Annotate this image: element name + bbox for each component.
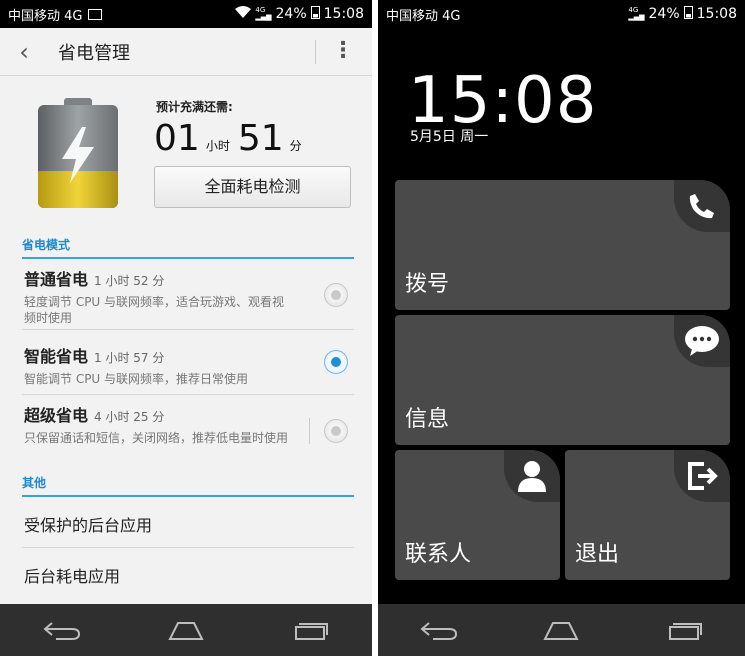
battery-percent: 24% bbox=[275, 6, 307, 22]
appbar-divider bbox=[315, 40, 316, 64]
carrier-label: 中国移动 4G bbox=[386, 8, 461, 24]
lock-date: 5月5日 周一 bbox=[410, 129, 489, 145]
mode-section-header: 省电模式 bbox=[22, 236, 354, 259]
exit-tile-label: 退出 bbox=[575, 542, 620, 567]
image-notification-icon bbox=[88, 8, 103, 20]
nav-home-icon[interactable] bbox=[541, 619, 581, 641]
status-time: 15:08 bbox=[323, 6, 364, 22]
nav-back-icon[interactable] bbox=[419, 619, 459, 641]
status-bar: 中国移动 4G 4G ▂▄▆ 24% 15:08 bbox=[0, 0, 372, 28]
app-bar: ‹ 省电管理 ⋮ bbox=[0, 28, 372, 76]
contact-icon bbox=[518, 461, 546, 492]
back-icon[interactable]: ‹ bbox=[0, 38, 48, 66]
protected-background-apps-item[interactable]: 受保护的后台应用 bbox=[24, 512, 152, 536]
eta-label: 预计充满还需: bbox=[156, 100, 233, 114]
mode-title: 智能省电 1 小时 57 分 bbox=[24, 347, 165, 366]
background-power-apps-item[interactable]: 后台耗电应用 bbox=[24, 563, 120, 587]
mode-title: 超级省电 4 小时 25 分 bbox=[24, 406, 165, 425]
mode-smart-radio[interactable] bbox=[324, 350, 348, 374]
message-tile-label: 信息 bbox=[405, 407, 450, 432]
eta-hours: 01 bbox=[154, 118, 200, 159]
carrier-label: 中国移动 4G bbox=[8, 8, 83, 24]
mode-super-radio[interactable] bbox=[324, 419, 348, 443]
wifi-icon bbox=[235, 6, 252, 22]
navigation-bar bbox=[0, 604, 372, 656]
battery-status-icon bbox=[683, 5, 693, 23]
signal-icon: 4G ▂▄▆ bbox=[255, 6, 272, 21]
phone-icon bbox=[689, 194, 714, 219]
dial-tile-label: 拨号 bbox=[405, 272, 450, 297]
status-time: 15:08 bbox=[696, 6, 737, 22]
status-bar: 中国移动 4G 4G ▂▄▆ 24% 15:08 bbox=[378, 0, 745, 28]
mode-duration: 1 小时 52 分 bbox=[94, 274, 165, 288]
mode-normal-radio[interactable] bbox=[324, 283, 348, 307]
contacts-tile[interactable]: 联系人 bbox=[395, 450, 560, 580]
chat-icon bbox=[685, 326, 719, 356]
full-power-check-button[interactable]: 全面耗电检测 bbox=[154, 166, 351, 208]
eta-hours-unit: 小时 bbox=[205, 139, 230, 153]
nav-back-icon[interactable] bbox=[42, 619, 82, 641]
mode-title: 普通省电 1 小时 52 分 bbox=[24, 270, 165, 289]
mode-super[interactable]: 超级省电 4 小时 25 分 只保留通话和短信，关闭网络，推荐低电量时使用 bbox=[24, 402, 354, 446]
charging-bolt-icon bbox=[62, 127, 94, 183]
message-tile[interactable]: 信息 bbox=[395, 315, 730, 445]
eta-minutes: 51 bbox=[237, 118, 284, 159]
battery-graphic bbox=[38, 98, 118, 208]
signal-icon: 4G ▂▄▆ bbox=[628, 6, 645, 21]
eta-time: 01 小时 51 分 bbox=[154, 118, 310, 159]
nav-recent-icon[interactable] bbox=[290, 619, 330, 641]
mode-description: 轻度调节 CPU 与联网频率，适合玩游戏、观看视频时使用 bbox=[24, 295, 285, 325]
battery-status-icon bbox=[310, 5, 320, 23]
dial-tile[interactable]: 拨号 bbox=[395, 180, 730, 310]
mode-description: 只保留通话和短信，关闭网络，推荐低电量时使用 bbox=[24, 431, 289, 445]
eta-minutes-unit: 分 bbox=[289, 139, 302, 153]
mode-duration: 1 小时 57 分 bbox=[94, 351, 165, 365]
exit-icon bbox=[688, 462, 718, 490]
mode-smart[interactable]: 智能省电 1 小时 57 分 智能调节 CPU 与联网频率，推荐日常使用 bbox=[24, 343, 354, 387]
exit-tile[interactable]: 退出 bbox=[565, 450, 730, 580]
mode-duration: 4 小时 25 分 bbox=[94, 410, 165, 424]
contacts-tile-label: 联系人 bbox=[405, 542, 472, 567]
nav-recent-icon[interactable] bbox=[664, 619, 704, 641]
page-title: 省电管理 bbox=[58, 42, 130, 64]
power-manager-screen: 中国移动 4G 4G▂▄▆ 24% 15:08 ‹ 省电管理 ⋮ 预计充满还需 bbox=[0, 0, 372, 656]
battery-percent: 24% bbox=[648, 6, 680, 22]
more-icon[interactable]: ⋮ bbox=[332, 38, 354, 63]
mode-description: 智能调节 CPU 与联网频率，推荐日常使用 bbox=[24, 372, 249, 386]
other-section-header: 其他 bbox=[22, 474, 354, 497]
lock-screen: 中国移动 4G 4G ▂▄▆ 24% 15:08 15:08 5月5日 周一 拨号… bbox=[378, 0, 745, 656]
navigation-bar bbox=[378, 604, 745, 656]
mode-normal[interactable]: 普通省电 1 小时 52 分 轻度调节 CPU 与联网频率，适合玩游戏、观看视频时… bbox=[24, 266, 354, 326]
nav-home-icon[interactable] bbox=[166, 619, 206, 641]
